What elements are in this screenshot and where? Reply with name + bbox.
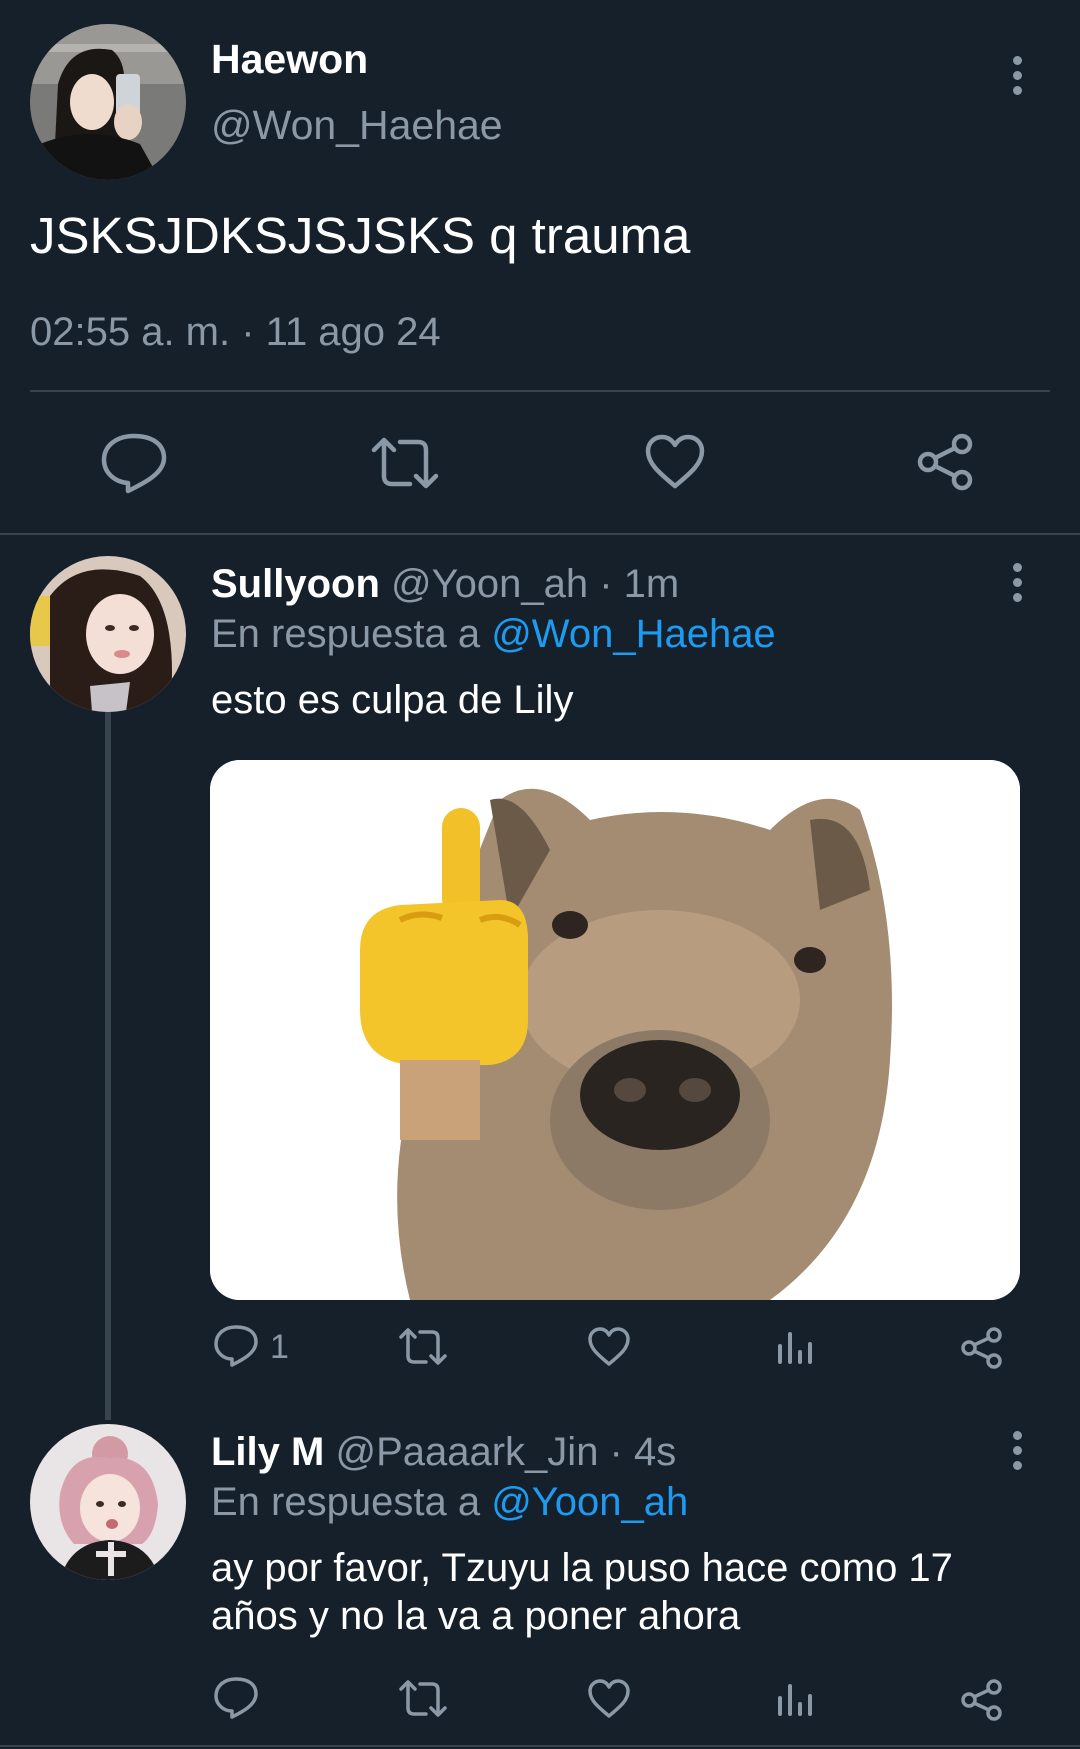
more-options-icon[interactable] bbox=[1007, 1431, 1027, 1477]
thread-line bbox=[105, 712, 111, 1420]
divider bbox=[30, 390, 1050, 392]
mention-link[interactable]: @Yoon_ah bbox=[491, 1480, 688, 1524]
tweet-action-bar bbox=[0, 420, 1080, 510]
mention-link[interactable]: @Won_Haehae bbox=[491, 612, 776, 656]
more-options-icon[interactable] bbox=[1007, 563, 1027, 609]
tweet-media-image[interactable] bbox=[210, 760, 1020, 1300]
retweet-icon[interactable] bbox=[370, 436, 440, 490]
avatar[interactable] bbox=[30, 556, 186, 712]
like-icon[interactable] bbox=[644, 434, 706, 490]
reply-count: 1 bbox=[270, 1328, 289, 1366]
handle-and-time[interactable]: @Paaaark_Jin · 4s bbox=[335, 1430, 676, 1474]
main-tweet: Haewon @Won_Haehae JSKSJDKSJSJSKS q trau… bbox=[0, 0, 1080, 535]
views-icon[interactable] bbox=[776, 1680, 816, 1718]
display-name[interactable]: Lily M bbox=[211, 1430, 324, 1474]
tweet-thread-page: Haewon @Won_Haehae JSKSJDKSJSJSKS q trau… bbox=[0, 0, 1080, 1749]
divider bbox=[0, 1745, 1080, 1747]
display-name[interactable]: Haewon bbox=[211, 36, 368, 83]
retweet-icon[interactable] bbox=[398, 1327, 448, 1367]
reply-icon[interactable] bbox=[100, 432, 168, 494]
retweet-icon[interactable] bbox=[398, 1679, 448, 1719]
handle-and-time[interactable]: @Yoon_ah · 1m bbox=[391, 562, 679, 606]
reply-prefix: En respuesta a bbox=[211, 1480, 481, 1524]
like-icon[interactable] bbox=[587, 1679, 631, 1719]
avatar[interactable] bbox=[30, 24, 186, 180]
reply-header: Lily M @Paaaark_Jin · 4s bbox=[211, 1430, 676, 1475]
reply-icon[interactable] bbox=[213, 1676, 259, 1720]
reply-prefix: En respuesta a bbox=[211, 612, 481, 656]
reply-text: ay por favor, Tzuyu la puso hace como 17… bbox=[211, 1546, 953, 1638]
tweet-timestamp[interactable]: 02:55 a. m. · 11 ago 24 bbox=[30, 310, 441, 355]
tweet-action-bar bbox=[0, 1668, 1080, 1728]
share-icon[interactable] bbox=[916, 432, 976, 492]
avatar[interactable] bbox=[30, 1424, 186, 1580]
tweet-action-bar: 1 bbox=[0, 1316, 1080, 1376]
share-icon[interactable] bbox=[960, 1326, 1004, 1370]
reply-header: Sullyoon @Yoon_ah · 1m bbox=[211, 562, 679, 607]
tweet-text: JSKSJDKSJSJSKS q trauma bbox=[30, 207, 691, 264]
more-options-icon[interactable] bbox=[1007, 56, 1027, 102]
reply-text: esto es culpa de Lily bbox=[211, 678, 574, 722]
user-handle[interactable]: @Won_Haehae bbox=[211, 102, 503, 149]
like-icon[interactable] bbox=[587, 1327, 631, 1367]
reply-context: En respuesta a @Won_Haehae bbox=[211, 612, 776, 657]
reply-icon[interactable] bbox=[213, 1324, 259, 1368]
views-icon[interactable] bbox=[776, 1328, 816, 1366]
reply-context: En respuesta a @Yoon_ah bbox=[211, 1480, 688, 1525]
share-icon[interactable] bbox=[960, 1678, 1004, 1722]
display-name[interactable]: Sullyoon bbox=[211, 562, 380, 606]
